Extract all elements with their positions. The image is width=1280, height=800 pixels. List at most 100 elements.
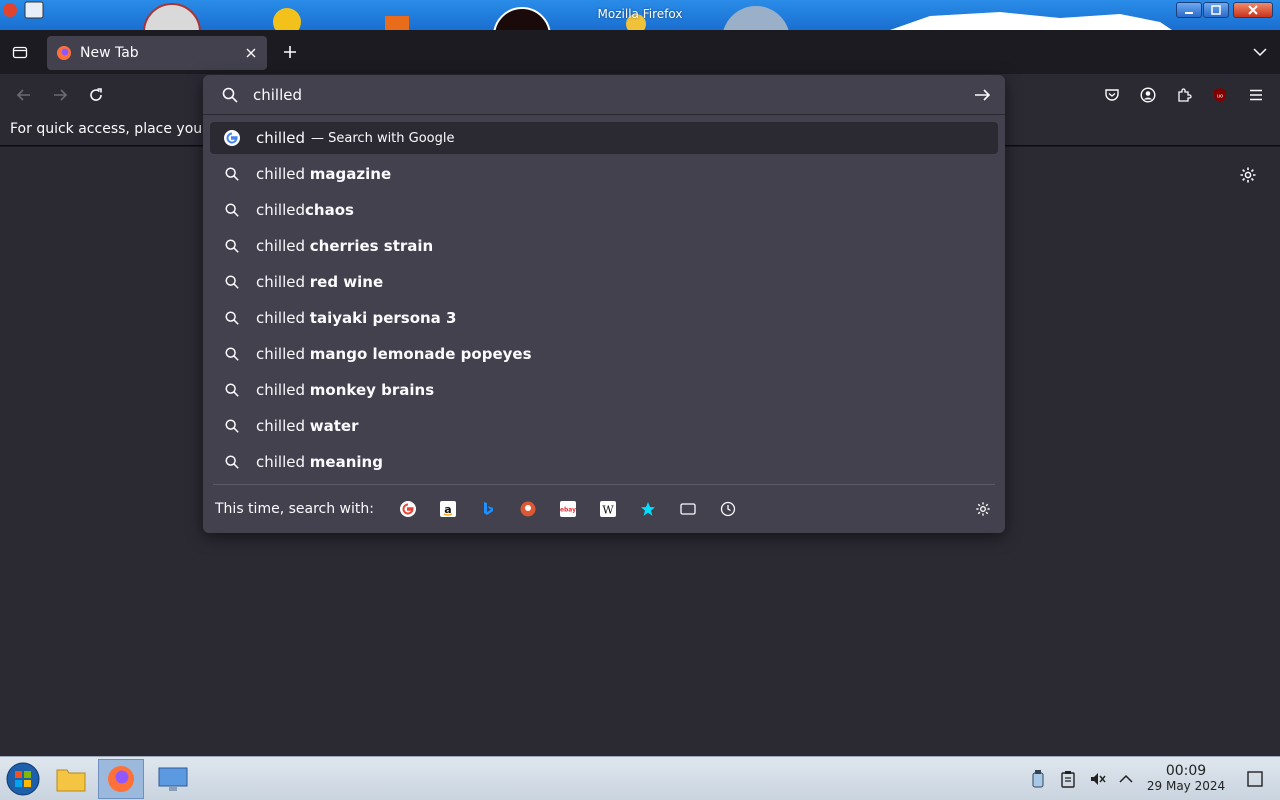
search-tabs-button[interactable] — [668, 495, 708, 523]
search-icon — [222, 452, 242, 472]
search-icon — [222, 164, 242, 184]
tab-manager-button[interactable] — [4, 36, 36, 68]
urlbar-suggestion[interactable]: chilled mango lemonade popeyes — [210, 338, 998, 370]
suggestion-prefix: chilled — [256, 237, 310, 255]
suggestion-prefix: chilled — [256, 417, 310, 435]
close-icon — [1248, 5, 1258, 15]
speaker-muted-icon — [1091, 773, 1106, 785]
suggestion-prefix: chilled — [256, 381, 310, 399]
ublock-origin-icon: uo — [1214, 88, 1226, 102]
suggestion-completion: monkey brains — [309, 381, 435, 399]
monitor-icon — [158, 767, 188, 791]
arrow-right-icon — [54, 89, 68, 101]
window-titlebar[interactable]: Mozilla Firefox — [0, 0, 1280, 30]
suggestion-text: chilled red wine — [256, 273, 383, 291]
urlbar-result-heuristic[interactable]: chilled — Search with Google — [210, 122, 998, 154]
urlbar-suggestion[interactable]: chilledchaos — [210, 194, 998, 226]
suggestion-prefix: chilled — [256, 165, 310, 183]
puzzle-icon — [1178, 88, 1192, 102]
start-button[interactable] — [0, 759, 46, 799]
urlbar-suggestion[interactable]: chilled cherries strain — [210, 230, 998, 262]
taskbar-file-manager[interactable] — [48, 759, 94, 799]
ublock-origin-button[interactable]: uo — [1204, 79, 1236, 111]
maximize-button[interactable] — [1203, 2, 1229, 18]
suggestion-completion: mango lemonade popeyes — [309, 345, 532, 363]
tray-clipboard[interactable] — [1026, 759, 1050, 799]
notification-icon — [1247, 771, 1263, 787]
urlbar-suggestion[interactable]: chilled magazine — [210, 158, 998, 190]
suggestion-prefix: chilled — [256, 453, 310, 471]
taskbar-clock[interactable]: 00:09 29 May 2024 — [1138, 763, 1234, 794]
amazon-icon: a — [439, 501, 456, 517]
chevron-down-icon — [1253, 48, 1267, 57]
maximize-icon — [1211, 5, 1221, 15]
minimize-button[interactable] — [1176, 2, 1202, 18]
suggestion-prefix: chilled — [256, 309, 310, 327]
tray-volume[interactable] — [1086, 759, 1110, 799]
close-window-button[interactable] — [1233, 2, 1273, 18]
firefox-icon — [57, 46, 71, 60]
urlbar-suggestion[interactable]: chilled monkey brains — [210, 374, 998, 406]
suggestion-text: chilled taiyaki persona 3 — [256, 309, 456, 327]
search-bing-button[interactable] — [468, 495, 508, 523]
folder-icon — [56, 769, 86, 792]
tab-new-tab[interactable]: New Tab — [47, 36, 267, 70]
close-icon — [246, 48, 256, 58]
urlbar-suggestion[interactable]: chilled meaning — [210, 446, 998, 478]
account-button[interactable] — [1132, 79, 1164, 111]
suggestion-completion: water — [309, 417, 359, 435]
forward-button[interactable] — [44, 79, 76, 111]
search-google-button[interactable] — [388, 495, 428, 523]
search-bookmarks-button[interactable] — [628, 495, 668, 523]
list-all-tabs-button[interactable] — [1244, 36, 1276, 68]
go-button[interactable] — [973, 86, 991, 108]
plus-icon — [284, 46, 296, 58]
google-icon — [399, 501, 416, 517]
svg-text:ebay: ebay — [560, 507, 576, 514]
list-all-tabs-icon — [12, 46, 28, 59]
clock-date: 29 May 2024 — [1146, 779, 1226, 793]
arrow-left-icon — [16, 89, 30, 101]
suggestion-completion: meaning — [309, 453, 383, 471]
customize-new-tab-button[interactable] — [1232, 159, 1264, 191]
search-duckduckgo-button[interactable] — [508, 495, 548, 523]
app-menu-button[interactable] — [1240, 79, 1272, 111]
result-action: — Search with Google — [311, 130, 455, 146]
one-off-label: This time, search with: — [215, 501, 374, 517]
history-icon — [720, 501, 736, 517]
urlbar-suggestion[interactable]: chilled red wine — [210, 266, 998, 298]
search-history-button[interactable] — [708, 495, 748, 523]
suggestion-text: chilled meaning — [256, 453, 383, 471]
tray-expand-button[interactable] — [1114, 759, 1138, 799]
urlbar-input[interactable]: chilled — [203, 75, 1005, 115]
pocket-button[interactable] — [1096, 79, 1128, 111]
new-tab-button[interactable] — [274, 36, 306, 68]
search-icon — [222, 416, 242, 436]
extensions-button[interactable] — [1168, 79, 1200, 111]
search-amazon-button[interactable]: a — [428, 495, 468, 523]
duckduckgo-icon — [520, 501, 536, 517]
gear-icon — [1240, 167, 1256, 183]
urlbar-suggestion[interactable]: chilled taiyaki persona 3 — [210, 302, 998, 334]
minimize-icon — [1185, 12, 1193, 14]
search-icon — [222, 380, 242, 400]
taskbar-firefox[interactable] — [98, 759, 144, 799]
suggestion-completion: chaos — [305, 201, 354, 219]
one-off-search-buttons: This time, search with: a ebay W — [215, 495, 748, 523]
search-icon — [222, 236, 242, 256]
close-tab-button[interactable] — [241, 43, 261, 63]
results-divider — [213, 484, 995, 485]
bing-icon — [483, 502, 493, 515]
show-desktop-button[interactable] — [1240, 759, 1270, 799]
search-icon — [222, 272, 242, 292]
reload-button[interactable] — [80, 79, 112, 111]
back-button[interactable] — [8, 79, 40, 111]
search-settings-button[interactable] — [973, 499, 993, 519]
taskbar-system-settings[interactable] — [150, 759, 196, 799]
chevron-up-icon — [1119, 774, 1133, 783]
search-ebay-button[interactable]: ebay — [548, 495, 588, 523]
search-wikipedia-button[interactable]: W — [588, 495, 628, 523]
urlbar-suggestion[interactable]: chilled water — [210, 410, 998, 442]
tray-notes[interactable] — [1056, 759, 1080, 799]
firefox-icon — [108, 766, 134, 792]
